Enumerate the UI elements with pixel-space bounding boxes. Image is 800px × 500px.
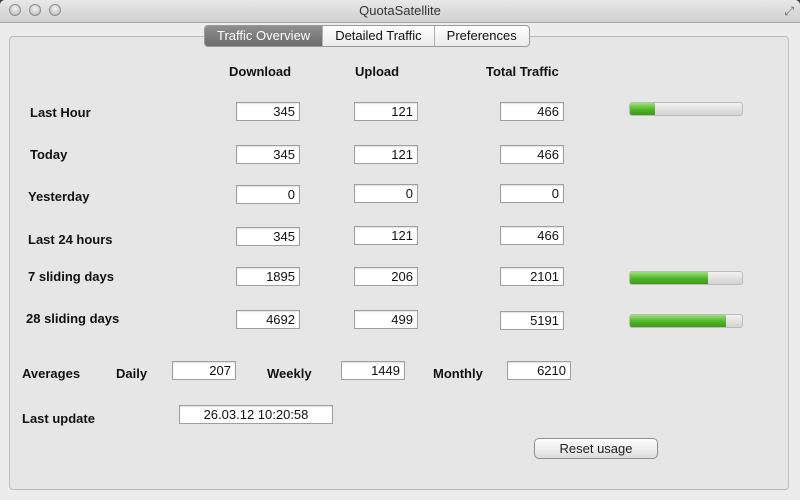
7-days-total-field: 2101 bbox=[500, 267, 564, 286]
last-24-hours-upload-field: 121 bbox=[354, 226, 418, 245]
daily-label: Daily bbox=[116, 366, 148, 381]
monthly-label: Monthly bbox=[433, 366, 483, 381]
monthly-average-field: 6210 bbox=[507, 361, 571, 380]
tab-preferences[interactable]: Preferences bbox=[433, 26, 529, 46]
weekly-label: Weekly bbox=[267, 366, 312, 381]
yesterday-download-field: 0 bbox=[236, 185, 300, 204]
last-hour-usage-bar bbox=[629, 102, 743, 116]
weekly-average-field: 1449 bbox=[341, 361, 405, 380]
averages-label: Averages bbox=[22, 366, 81, 381]
28-days-usage-bar bbox=[629, 314, 743, 328]
last-update-label: Last update bbox=[22, 411, 95, 426]
28-days-upload-field: 499 bbox=[354, 310, 418, 329]
28-days-total-field: 5191 bbox=[500, 311, 564, 330]
yesterday-total-field: 0 bbox=[500, 184, 564, 203]
last-hour-upload-field: 121 bbox=[354, 102, 418, 121]
last-24-hours-total-field: 466 bbox=[500, 226, 564, 245]
row-label-last-24-hours: Last 24 hours bbox=[28, 232, 113, 247]
daily-average-field: 207 bbox=[172, 361, 236, 380]
last-update-field: 26.03.12 10:20:58 bbox=[179, 405, 333, 424]
reset-usage-button[interactable]: Reset usage bbox=[534, 438, 658, 459]
column-header-download: Download bbox=[229, 64, 292, 79]
7-days-usage-bar bbox=[629, 271, 743, 285]
yesterday-upload-field: 0 bbox=[354, 184, 418, 203]
today-download-field: 345 bbox=[236, 145, 300, 164]
tab-detailed-traffic[interactable]: Detailed Traffic bbox=[322, 26, 433, 46]
row-label-28-sliding-days: 28 sliding days bbox=[26, 311, 120, 326]
column-header-total: Total Traffic bbox=[486, 64, 559, 79]
row-label-today: Today bbox=[30, 147, 68, 162]
today-upload-field: 121 bbox=[354, 145, 418, 164]
28-days-usage-fill bbox=[630, 315, 727, 327]
app-window: QuotaSatellite ⤢ Traffic Overview Detail… bbox=[0, 0, 800, 500]
last-hour-total-field: 466 bbox=[500, 102, 564, 121]
row-label-yesterday: Yesterday bbox=[28, 189, 90, 204]
last-hour-usage-fill bbox=[630, 103, 655, 115]
tab-traffic-overview[interactable]: Traffic Overview bbox=[205, 26, 323, 46]
title-bar: QuotaSatellite ⤢ bbox=[0, 0, 800, 23]
7-days-usage-fill bbox=[630, 272, 709, 284]
7-days-upload-field: 206 bbox=[354, 267, 418, 286]
tab-bar: Traffic Overview Detailed Traffic Prefer… bbox=[204, 25, 530, 47]
fullscreen-icon[interactable]: ⤢ bbox=[784, 4, 794, 19]
today-total-field: 466 bbox=[500, 145, 564, 164]
7-days-download-field: 1895 bbox=[236, 267, 300, 286]
window-title: QuotaSatellite bbox=[359, 3, 441, 18]
28-days-download-field: 4692 bbox=[236, 310, 300, 329]
row-label-7-sliding-days: 7 sliding days bbox=[28, 269, 114, 284]
column-header-upload: Upload bbox=[355, 64, 400, 79]
last-hour-download-field: 345 bbox=[236, 102, 300, 121]
last-24-hours-download-field: 345 bbox=[236, 227, 300, 246]
row-label-last-hour: Last Hour bbox=[30, 105, 91, 120]
